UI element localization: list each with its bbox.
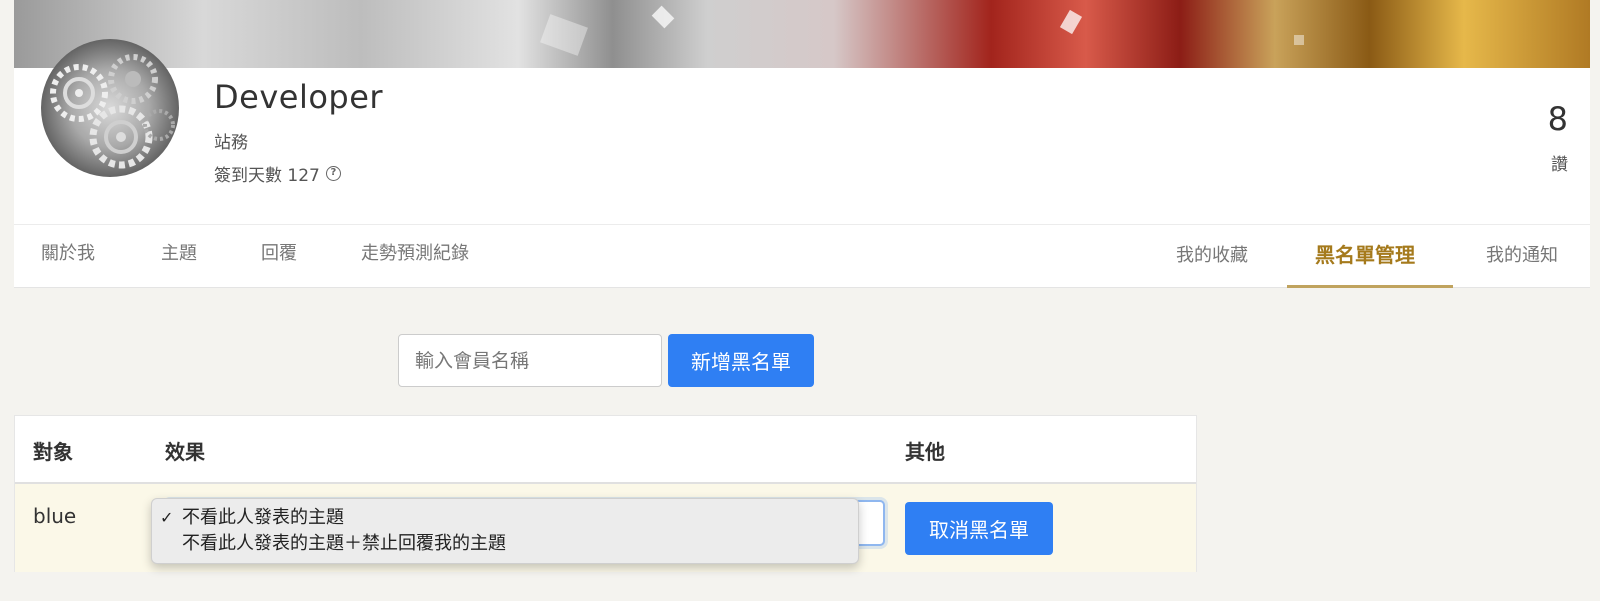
tab-my-favorites[interactable]: 我的收藏 [1176, 241, 1248, 267]
avatar[interactable] [41, 39, 179, 177]
column-header-effect: 效果 [165, 440, 205, 464]
table-row: blue ✓ 不看此人發表的主題 不看此人發表的主題＋禁止回覆我的主題 取消黑名… [15, 484, 1196, 572]
profile-name: Developer [214, 78, 384, 116]
add-blacklist-button[interactable]: 新增黑名單 [668, 334, 814, 387]
effect-dropdown-menu: ✓ 不看此人發表的主題 不看此人發表的主題＋禁止回覆我的主題 [151, 498, 859, 564]
table-header: 對象 效果 其他 [15, 416, 1196, 484]
effect-option-hide-and-block-replies[interactable]: 不看此人發表的主題＋禁止回覆我的主題 [152, 531, 858, 557]
profile-tabs: 關於我 主題 回覆 走勢預測紀錄 我的收藏 黑名單管理 我的通知 [14, 224, 1590, 288]
column-header-other: 其他 [905, 440, 945, 464]
profile-card: Developer 站務 簽到天數 127 ? 8 讚 關於我 主題 回覆 走勢… [14, 0, 1590, 288]
checkin-days: 簽到天數 127 ? [214, 161, 341, 186]
likes-label: 讚 [1551, 155, 1568, 175]
tab-topics[interactable]: 主題 [161, 239, 197, 265]
effect-option-hide-topics[interactable]: ✓ 不看此人發表的主題 [152, 505, 858, 531]
checkin-label: 簽到天數 127 [214, 166, 320, 186]
help-icon[interactable]: ? [325, 166, 341, 181]
checkmark-icon: ✓ [160, 508, 174, 527]
option-label: 不看此人發表的主題 [182, 507, 344, 528]
add-blacklist-form: 新增黑名單 [398, 334, 814, 387]
member-name-input[interactable] [398, 334, 662, 387]
blacklist-table: 對象 效果 其他 blue ✓ 不看此人發表的主題 不看此人發表的主題＋禁止回覆… [14, 415, 1197, 572]
active-tab-indicator [1287, 285, 1453, 288]
column-header-target: 對象 [33, 440, 73, 464]
tab-blacklist-management[interactable]: 黑名單管理 [1315, 239, 1415, 268]
tab-trend-forecast-records[interactable]: 走勢預測紀錄 [361, 239, 469, 265]
tab-replies[interactable]: 回覆 [261, 239, 297, 265]
tab-about-me[interactable]: 關於我 [41, 239, 95, 265]
gears-avatar-image [50, 54, 175, 169]
likes-count: 8 [1547, 100, 1568, 138]
row-target-name: blue [33, 504, 77, 528]
profile-role: 站務 [214, 133, 248, 153]
tab-my-notifications[interactable]: 我的通知 [1486, 241, 1558, 267]
remove-blacklist-button[interactable]: 取消黑名單 [905, 502, 1053, 555]
cover-image [14, 0, 1590, 68]
option-label: 不看此人發表的主題＋禁止回覆我的主題 [182, 533, 506, 554]
